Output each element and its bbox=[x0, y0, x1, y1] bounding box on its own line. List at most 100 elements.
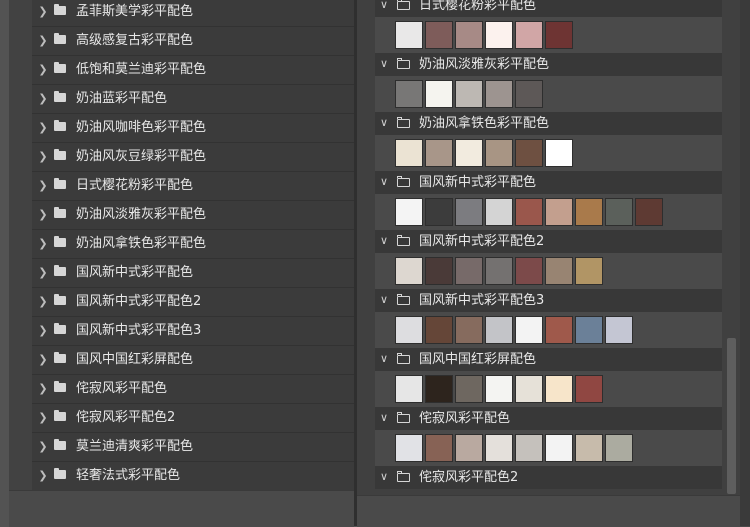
color-swatch[interactable] bbox=[545, 257, 573, 285]
color-swatch[interactable] bbox=[485, 434, 513, 462]
color-swatch[interactable] bbox=[425, 198, 453, 226]
chevron-right-icon[interactable]: ❯ bbox=[38, 411, 48, 425]
chevron-right-icon[interactable]: ❯ bbox=[38, 208, 48, 222]
color-swatch[interactable] bbox=[575, 257, 603, 285]
color-swatch[interactable] bbox=[455, 21, 483, 49]
color-swatch[interactable] bbox=[515, 434, 543, 462]
chevron-down-icon[interactable]: ∨ bbox=[380, 410, 388, 426]
folder-list-item[interactable]: ❯ 国风新中式彩平配色 bbox=[32, 259, 354, 288]
color-swatch[interactable] bbox=[485, 257, 513, 285]
chevron-down-icon[interactable]: ∨ bbox=[380, 292, 388, 308]
chevron-right-icon[interactable]: ❯ bbox=[38, 353, 48, 367]
color-swatch[interactable] bbox=[485, 80, 513, 108]
color-swatch[interactable] bbox=[425, 375, 453, 403]
chevron-down-icon[interactable]: ∨ bbox=[380, 469, 388, 485]
color-swatch[interactable] bbox=[455, 80, 483, 108]
folder-list-item[interactable]: ❯ 高级感复古彩平配色 bbox=[32, 27, 354, 56]
swatch-group-header[interactable]: ∨ 国风新中式彩平配色 bbox=[375, 171, 722, 194]
color-swatch[interactable] bbox=[515, 21, 543, 49]
color-swatch[interactable] bbox=[485, 316, 513, 344]
folder-list-item[interactable]: ❯ 奶油蓝彩平配色 bbox=[32, 85, 354, 114]
folder-list-item[interactable]: ❯ 国风新中式彩平配色3 bbox=[32, 317, 354, 346]
color-swatch[interactable] bbox=[485, 375, 513, 403]
color-swatch[interactable] bbox=[455, 139, 483, 167]
folder-list-item[interactable]: ❯ 国风中国红彩屏配色 bbox=[32, 346, 354, 375]
chevron-down-icon[interactable]: ∨ bbox=[380, 56, 388, 72]
color-swatch[interactable] bbox=[395, 257, 423, 285]
color-swatch[interactable] bbox=[455, 375, 483, 403]
color-swatch[interactable] bbox=[425, 80, 453, 108]
color-swatch[interactable] bbox=[515, 375, 543, 403]
chevron-down-icon[interactable]: ∨ bbox=[380, 174, 388, 190]
color-swatch[interactable] bbox=[425, 257, 453, 285]
folder-list-item[interactable]: ❯ 莫兰迪清爽彩平配色 bbox=[32, 433, 354, 462]
chevron-right-icon[interactable]: ❯ bbox=[38, 5, 48, 19]
color-swatch[interactable] bbox=[395, 316, 423, 344]
chevron-right-icon[interactable]: ❯ bbox=[38, 92, 48, 106]
color-swatch[interactable] bbox=[515, 316, 543, 344]
folder-list-item[interactable]: ❯ 奶油风咖啡色彩平配色 bbox=[32, 114, 354, 143]
color-swatch[interactable] bbox=[395, 198, 423, 226]
color-swatch[interactable] bbox=[395, 434, 423, 462]
color-swatch[interactable] bbox=[455, 316, 483, 344]
folder-list-item[interactable]: ❯ 奶油风灰豆绿彩平配色 bbox=[32, 143, 354, 172]
folder-list-item[interactable]: ❯ 奶油风淡雅灰彩平配色 bbox=[32, 201, 354, 230]
chevron-right-icon[interactable]: ❯ bbox=[38, 324, 48, 338]
swatch-group-header[interactable]: ∨ 奶油风拿铁色彩平配色 bbox=[375, 112, 722, 135]
color-swatch[interactable] bbox=[425, 434, 453, 462]
color-swatch[interactable] bbox=[425, 316, 453, 344]
folder-list-item[interactable]: ❯ 国风新中式彩平配色2 bbox=[32, 288, 354, 317]
chevron-right-icon[interactable]: ❯ bbox=[38, 295, 48, 309]
chevron-right-icon[interactable]: ❯ bbox=[38, 179, 48, 193]
chevron-right-icon[interactable]: ❯ bbox=[38, 382, 48, 396]
folder-list-item[interactable]: ❯ 低饱和莫兰迪彩平配色 bbox=[32, 56, 354, 85]
color-swatch[interactable] bbox=[545, 21, 573, 49]
color-swatch[interactable] bbox=[515, 198, 543, 226]
folder-list-item[interactable]: ❯ 侘寂风彩平配色 bbox=[32, 375, 354, 404]
swatch-group-header[interactable]: ∨ 日式樱花粉彩平配色 bbox=[375, 0, 722, 17]
color-swatch[interactable] bbox=[425, 139, 453, 167]
chevron-down-icon[interactable]: ∨ bbox=[380, 115, 388, 131]
color-swatch[interactable] bbox=[605, 316, 633, 344]
chevron-right-icon[interactable]: ❯ bbox=[38, 440, 48, 454]
chevron-right-icon[interactable]: ❯ bbox=[38, 63, 48, 77]
color-swatch[interactable] bbox=[575, 434, 603, 462]
folder-list-item[interactable]: ❯ 侘寂风彩平配色2 bbox=[32, 404, 354, 433]
color-swatch[interactable] bbox=[395, 375, 423, 403]
chevron-down-icon[interactable]: ∨ bbox=[380, 233, 388, 249]
chevron-down-icon[interactable]: ∨ bbox=[380, 0, 388, 13]
color-swatch[interactable] bbox=[515, 80, 543, 108]
color-swatch[interactable] bbox=[395, 139, 423, 167]
folder-list-item[interactable]: ❯ 孟菲斯美学彩平配色 bbox=[32, 0, 354, 27]
swatch-group-header[interactable]: ∨ 国风新中式彩平配色3 bbox=[375, 289, 722, 312]
color-swatch[interactable] bbox=[605, 198, 633, 226]
folder-list-item[interactable]: ❯ 奶油风拿铁色彩平配色 bbox=[32, 230, 354, 259]
swatch-group-header[interactable]: ∨ 侘寂风彩平配色 bbox=[375, 407, 722, 430]
color-swatch[interactable] bbox=[455, 257, 483, 285]
color-swatch[interactable] bbox=[395, 21, 423, 49]
color-swatch[interactable] bbox=[515, 139, 543, 167]
color-swatch[interactable] bbox=[485, 21, 513, 49]
color-swatch[interactable] bbox=[425, 21, 453, 49]
color-swatch[interactable] bbox=[605, 434, 633, 462]
chevron-right-icon[interactable]: ❯ bbox=[38, 266, 48, 280]
swatch-group-header[interactable]: ∨ 国风中国红彩屏配色 bbox=[375, 348, 722, 371]
color-swatch[interactable] bbox=[635, 198, 663, 226]
color-swatch[interactable] bbox=[545, 375, 573, 403]
color-swatch[interactable] bbox=[485, 139, 513, 167]
folder-list-item[interactable]: ❯ 轻奢法式彩平配色 bbox=[32, 462, 354, 490]
color-swatch[interactable] bbox=[515, 257, 543, 285]
color-swatch[interactable] bbox=[395, 80, 423, 108]
swatch-group-header[interactable]: ∨ 国风新中式彩平配色2 bbox=[375, 230, 722, 253]
chevron-right-icon[interactable]: ❯ bbox=[38, 150, 48, 164]
chevron-right-icon[interactable]: ❯ bbox=[38, 34, 48, 48]
color-swatch[interactable] bbox=[545, 139, 573, 167]
color-swatch[interactable] bbox=[545, 316, 573, 344]
color-swatch[interactable] bbox=[575, 375, 603, 403]
chevron-right-icon[interactable]: ❯ bbox=[38, 121, 48, 135]
scrollbar-thumb[interactable] bbox=[727, 338, 736, 494]
color-swatch[interactable] bbox=[455, 434, 483, 462]
folder-list-item[interactable]: ❯ 日式樱花粉彩平配色 bbox=[32, 172, 354, 201]
chevron-right-icon[interactable]: ❯ bbox=[38, 469, 48, 483]
color-swatch[interactable] bbox=[545, 198, 573, 226]
